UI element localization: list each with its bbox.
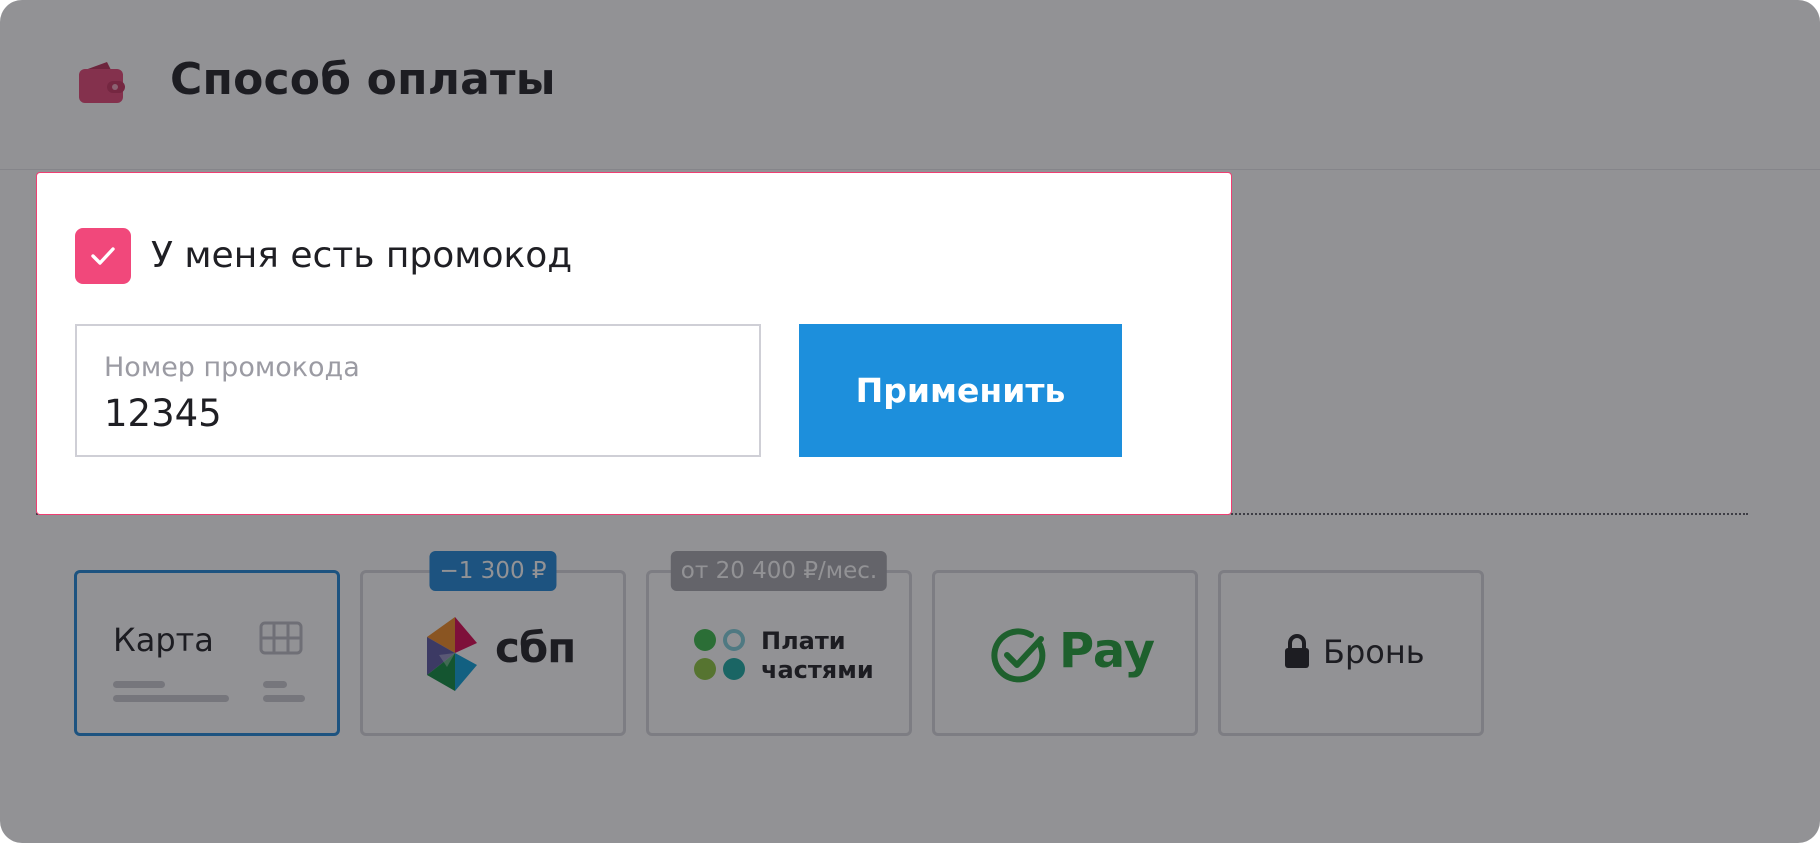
payment-page: Способ оплаты Карта −1 300 ₽ сбп от 20 4…	[0, 0, 1820, 843]
promo-checkbox-label[interactable]: У меня есть промокод	[151, 235, 572, 276]
promo-checkbox[interactable]	[75, 228, 131, 284]
checkmark-icon	[91, 247, 115, 265]
promo-code-field[interactable]: Номер промокода	[75, 324, 761, 457]
promo-code-input[interactable]	[104, 392, 724, 435]
promo-field-label: Номер промокода	[104, 352, 360, 383]
promo-code-card: У меня есть промокод Номер промокода При…	[36, 172, 1232, 515]
apply-button[interactable]: Применить	[799, 324, 1122, 457]
